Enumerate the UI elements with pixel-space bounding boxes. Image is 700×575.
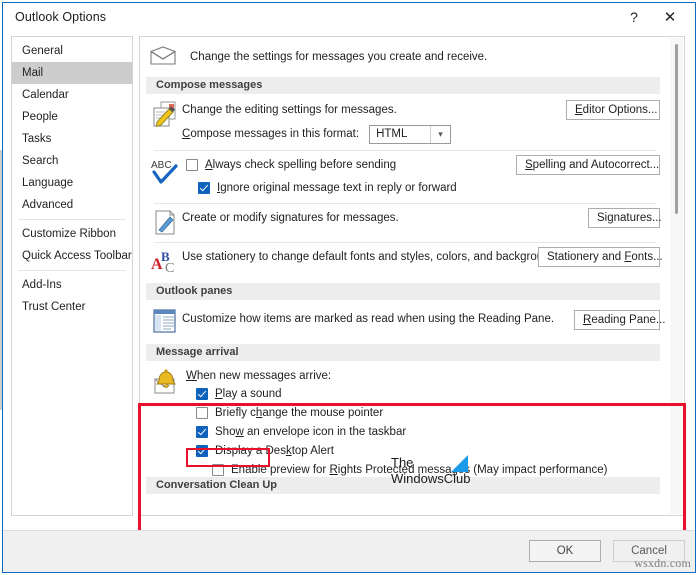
sidebar-item-people[interactable]: People xyxy=(12,106,132,128)
briefly-change-pointer-checkbox[interactable] xyxy=(196,406,208,419)
dialog-body: General Mail Calendar People Tasks Searc… xyxy=(3,32,695,572)
outlook-options-dialog: Outlook Options ? ✕ General Mail Calenda… xyxy=(2,2,696,573)
editor-options-button[interactable]: Editor Options... xyxy=(566,100,660,120)
logo-mark-triangle xyxy=(451,455,468,472)
options-content-pane: Change the settings for messages you cre… xyxy=(139,36,685,516)
spelling-autocorrect-button[interactable]: Spelling and Autocorrect... xyxy=(516,155,660,175)
signatures-button[interactable]: Signatures... xyxy=(588,208,662,228)
briefly-change-pointer-label: Briefly change the mouse pointer xyxy=(215,406,384,419)
sidebar-divider-2 xyxy=(18,270,126,271)
sidebar-item-language[interactable]: Language xyxy=(12,172,132,194)
window-title: Outlook Options xyxy=(15,10,107,24)
enable-preview-rights-checkbox[interactable] xyxy=(212,463,224,476)
briefly-change-pointer-row[interactable]: Briefly change the mouse pointer xyxy=(186,403,670,422)
sidebar-item-trust-center[interactable]: Trust Center xyxy=(12,296,132,318)
envelope-icon xyxy=(150,46,176,68)
ok-button[interactable]: OK xyxy=(529,540,601,562)
scrollbar-thumb[interactable] xyxy=(675,44,678,214)
group-header-outlook-panes: Outlook panes xyxy=(146,283,660,300)
sidebar-item-quick-access-toolbar[interactable]: Quick Access Toolbar xyxy=(12,245,132,267)
chevron-down-icon: ▾ xyxy=(430,125,450,143)
always-check-spelling-label: Always check spelling before sending xyxy=(205,158,397,171)
sidebar-item-add-ins[interactable]: Add-Ins xyxy=(12,274,132,296)
stationery-fonts-button[interactable]: Stationery and Fonts... xyxy=(538,247,663,267)
show-envelope-icon-row[interactable]: Show an envelope icon in the taskbar xyxy=(186,422,670,441)
spelling-row: ABC Always check spelling before sending xyxy=(140,155,670,199)
divider-3 xyxy=(154,242,656,243)
sidebar-item-calendar[interactable]: Calendar xyxy=(12,84,132,106)
content-scrollbar[interactable] xyxy=(670,38,683,514)
play-a-sound-checkbox[interactable] xyxy=(196,387,208,400)
watermark-text: wsxdn.com xyxy=(634,556,691,570)
play-a-sound-row[interactable]: Play a sound xyxy=(186,384,670,403)
signatures-row: Create or modify signatures for messages… xyxy=(140,208,670,238)
logo-line-2: WindowsClub xyxy=(391,471,471,486)
sidebar-item-mail[interactable]: Mail xyxy=(12,62,132,84)
dialog-footer: OK Cancel wsxdn.com xyxy=(3,530,695,572)
screenshot-root: Outlook Options ? ✕ General Mail Calenda… xyxy=(0,0,700,575)
group-header-compose: Compose messages xyxy=(146,77,660,94)
compose-format-label: Compose messages in this format: xyxy=(182,128,360,140)
sidebar-item-general[interactable]: General xyxy=(12,40,132,62)
stationery-row: A B C Use stationery to change default f… xyxy=(140,247,670,277)
content-inner: Change the settings for messages you cre… xyxy=(140,37,670,515)
show-envelope-icon-checkbox[interactable] xyxy=(196,425,208,438)
sidebar-item-advanced[interactable]: Advanced xyxy=(12,194,132,216)
when-new-messages-label: When new messages arrive: xyxy=(186,369,332,382)
intro-text: Change the settings for messages you cre… xyxy=(190,51,488,63)
divider-2 xyxy=(154,203,656,204)
editing-settings-row: Change the editing settings for messages… xyxy=(140,100,670,146)
ignore-original-label: Ignore original message text in reply or… xyxy=(217,181,457,194)
play-a-sound-label: Play a sound xyxy=(215,387,282,400)
intro-row: Change the settings for messages you cre… xyxy=(140,37,670,77)
group-header-message-arrival: Message arrival xyxy=(146,344,660,361)
left-edge-artifact xyxy=(0,150,2,410)
sidebar-item-customize-ribbon[interactable]: Customize Ribbon xyxy=(12,223,132,245)
windowsclub-logo: The WindowsClub xyxy=(391,455,481,493)
display-desktop-alert-checkbox[interactable] xyxy=(196,444,208,457)
sidebar-divider-1 xyxy=(18,219,126,220)
ignore-original-row[interactable]: Ignore original message text in reply or… xyxy=(186,178,670,197)
sidebar-item-search[interactable]: Search xyxy=(12,150,132,172)
divider-1 xyxy=(154,150,656,151)
close-icon[interactable]: ✕ xyxy=(653,3,687,31)
help-icon[interactable]: ? xyxy=(617,3,651,31)
show-envelope-icon-label: Show an envelope icon in the taskbar xyxy=(215,425,407,438)
options-sidebar: General Mail Calendar People Tasks Searc… xyxy=(11,36,133,516)
reading-pane-row: Customize how items are marked as read w… xyxy=(140,306,670,340)
reading-pane-button[interactable]: Reading Pane... xyxy=(574,310,665,330)
sidebar-item-tasks[interactable]: Tasks xyxy=(12,128,132,150)
always-check-spelling-checkbox[interactable] xyxy=(186,158,198,171)
compose-format-select[interactable]: HTML ▾ xyxy=(369,124,452,144)
title-bar: Outlook Options ? ✕ xyxy=(3,3,695,33)
logo-line-1: The xyxy=(391,455,414,470)
ignore-original-checkbox[interactable] xyxy=(198,181,210,194)
display-desktop-alert-label: Display a Desktop Alert xyxy=(215,444,334,457)
compose-format-value: HTML xyxy=(376,128,408,140)
